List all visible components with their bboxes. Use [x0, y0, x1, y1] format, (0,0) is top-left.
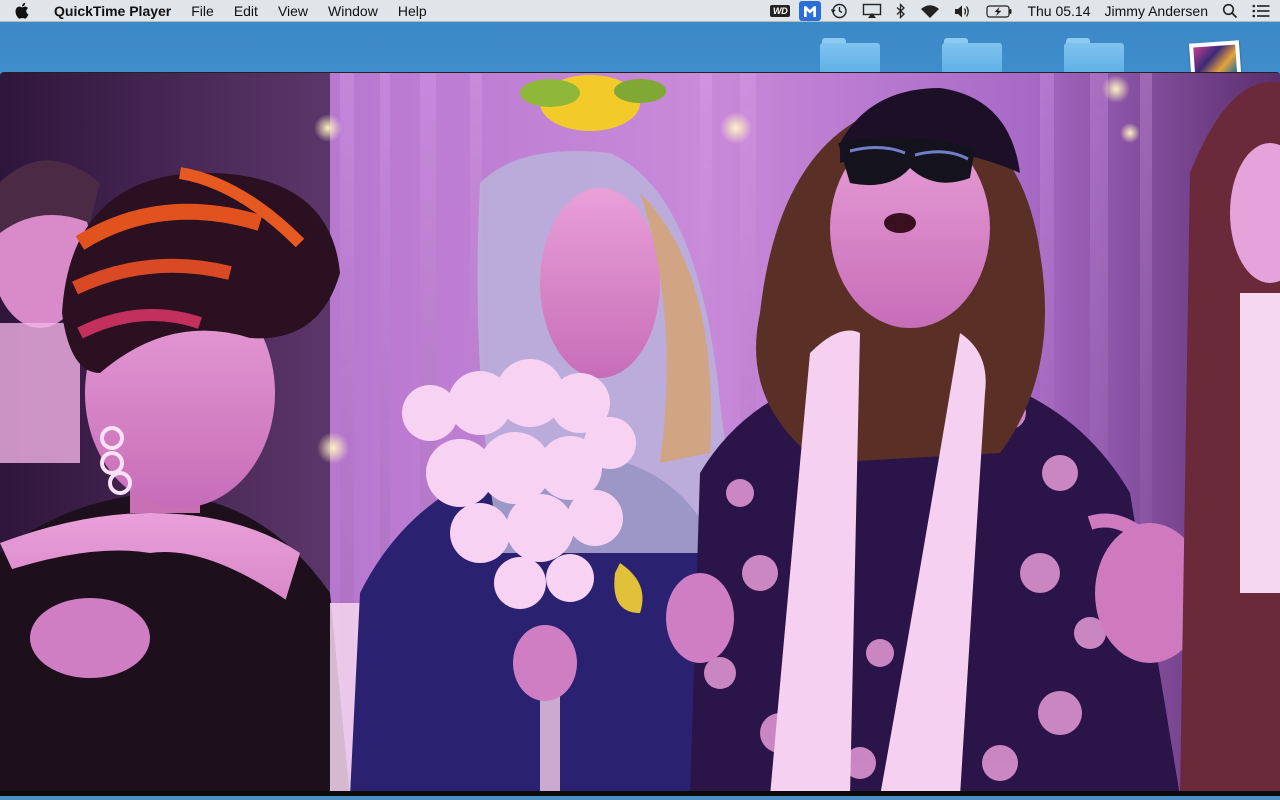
menu-file[interactable]: File	[181, 0, 224, 22]
airplay-icon[interactable]	[855, 0, 889, 22]
app-menu[interactable]: QuickTime Player	[42, 0, 181, 22]
wd-label: WD	[770, 5, 791, 17]
folder-icon[interactable]	[820, 38, 882, 74]
quicktime-video-window[interactable]	[0, 72, 1280, 796]
menu-bar-status-area: WD Thu 05.14 Jimmy Andersen	[763, 0, 1280, 22]
spotlight-search-icon[interactable]	[1215, 0, 1245, 22]
folder-icon[interactable]	[1064, 38, 1126, 74]
apple-menu-icon[interactable]	[0, 0, 42, 22]
user-name[interactable]: Jimmy Andersen	[1098, 0, 1215, 22]
menu-edit[interactable]: Edit	[224, 0, 268, 22]
menu-bar: QuickTime Player File Edit View Window H…	[0, 0, 1280, 22]
malwarebytes-icon[interactable]	[797, 0, 823, 22]
party-video-frame	[0, 73, 1280, 796]
battery-charging-icon[interactable]	[979, 0, 1020, 22]
wd-drive-icon[interactable]: WD	[763, 0, 797, 22]
clock[interactable]: Thu 05.14	[1020, 0, 1097, 22]
menu-window[interactable]: Window	[318, 0, 388, 22]
menu-bar-left: QuickTime Player File Edit View Window H…	[0, 0, 437, 22]
wifi-icon[interactable]	[913, 0, 947, 22]
bluetooth-icon[interactable]	[889, 0, 913, 22]
menu-help[interactable]: Help	[388, 0, 437, 22]
notification-center-icon[interactable]	[1245, 0, 1280, 22]
folder-icon[interactable]	[942, 38, 1004, 74]
time-machine-icon[interactable]	[823, 0, 855, 22]
menu-view[interactable]: View	[268, 0, 318, 22]
window-bottom-edge	[0, 791, 1280, 796]
volume-icon[interactable]	[947, 0, 979, 22]
photo-icon[interactable]	[1188, 40, 1242, 76]
